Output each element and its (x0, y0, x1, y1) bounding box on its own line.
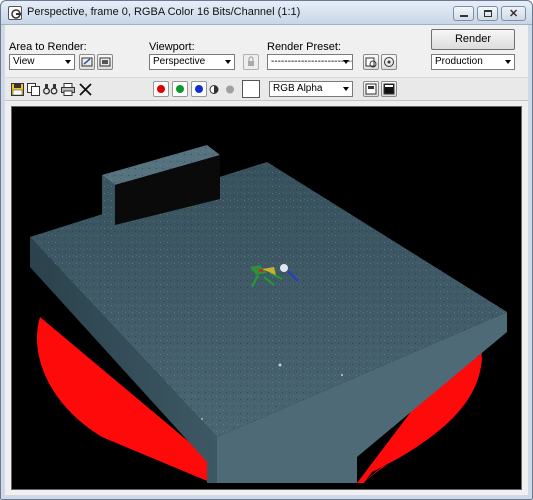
clone-icon[interactable] (43, 83, 58, 96)
area-to-render-value: View (13, 56, 35, 67)
chevron-down-icon (65, 60, 71, 64)
edit-region-icon (81, 57, 93, 67)
environment-effects-button[interactable] (381, 54, 397, 70)
toggle-ui-button[interactable] (381, 81, 397, 97)
maximize-button[interactable] (477, 6, 498, 21)
maximize-icon (484, 10, 492, 17)
chevron-down-icon (343, 60, 349, 64)
copy-icon[interactable] (27, 83, 40, 96)
print-icon[interactable] (61, 83, 75, 96)
toggle-ui-icon (383, 83, 395, 95)
viewport-label: Viewport: (149, 41, 195, 53)
render-preset-dropdown[interactable]: ------------------------- (267, 54, 353, 70)
environment-icon (384, 57, 394, 67)
viewport-value: Perspective (153, 56, 206, 67)
chevron-down-icon (343, 87, 349, 91)
render-preset-value: ------------------------- (271, 56, 353, 67)
render-mode-dropdown[interactable]: Production (431, 54, 515, 70)
render-setup-button[interactable] (363, 54, 379, 70)
render-button[interactable]: Render (431, 29, 515, 50)
lock-viewport-button[interactable] (243, 54, 259, 70)
area-to-render-label: Area to Render: (9, 41, 87, 53)
render-preset-label: Render Preset: (267, 41, 341, 53)
window-title: Perspective, frame 0, RGBA Color 16 Bits… (27, 6, 301, 18)
green-channel-toggle[interactable] (172, 81, 188, 97)
auto-region-icon (99, 57, 111, 67)
toggle-ui-overlay-button[interactable] (363, 81, 379, 97)
close-button[interactable]: ✕ (501, 6, 526, 21)
chevron-down-icon (225, 60, 231, 64)
title-bar[interactable]: Perspective, frame 0, RGBA Color 16 Bits… (1, 1, 532, 25)
alpha-channel-icon[interactable] (209, 83, 219, 96)
preset-files-icon (365, 57, 377, 68)
mono-channel-icon[interactable] (225, 83, 235, 96)
chevron-down-icon (505, 60, 511, 64)
auto-region-button[interactable] (97, 54, 113, 70)
lock-icon (248, 56, 254, 66)
render-mode-value: Production (435, 56, 483, 67)
minimize-icon (460, 15, 468, 17)
app-icon[interactable] (8, 6, 22, 20)
blue-channel-icon (195, 85, 203, 93)
area-to-render-dropdown[interactable]: View (9, 54, 75, 70)
rendered-scene (30, 145, 507, 483)
save-icon[interactable] (11, 83, 24, 96)
render-frame-window: Perspective, frame 0, RGBA Color 16 Bits… (0, 0, 533, 500)
blue-channel-toggle[interactable] (191, 81, 207, 97)
minimize-button[interactable] (453, 6, 474, 21)
close-icon: ✕ (509, 8, 519, 20)
viewport-dropdown[interactable]: Perspective (149, 54, 235, 70)
channel-display-dropdown[interactable]: RGB Alpha (269, 81, 353, 97)
red-channel-icon (157, 85, 165, 93)
toggle-ui-overlay-icon (365, 83, 377, 95)
image-toolbar: RGB Alpha (5, 77, 528, 101)
green-channel-icon (176, 85, 184, 93)
clear-icon[interactable] (79, 83, 92, 96)
red-channel-toggle[interactable] (153, 81, 169, 97)
rendered-image[interactable] (11, 106, 522, 490)
channel-display-value: RGB Alpha (273, 83, 323, 94)
render-frame-panel: Area to Render: Viewport: Render Preset:… (5, 25, 528, 495)
edit-region-button[interactable] (79, 54, 95, 70)
color-swatch[interactable] (242, 80, 260, 98)
